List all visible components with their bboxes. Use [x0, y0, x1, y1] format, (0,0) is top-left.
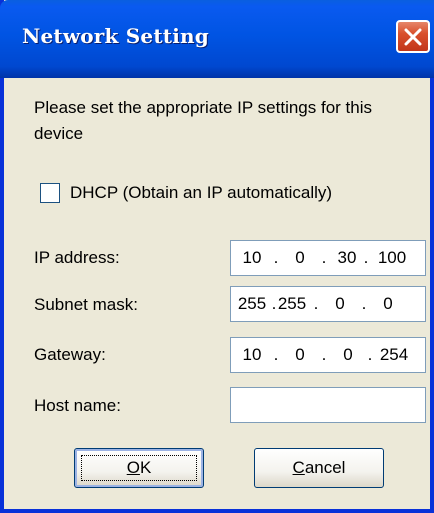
ip-dot: .: [367, 345, 373, 364]
close-icon: [404, 28, 422, 46]
subnet-mask-label: Subnet mask:: [34, 295, 138, 314]
instruction-text: Please set the appropriate IP settings f…: [34, 98, 372, 143]
ip-address-octet-3[interactable]: 30: [330, 248, 364, 268]
ok-button[interactable]: OK: [74, 448, 204, 488]
ip-address-octet-2[interactable]: 0: [283, 248, 317, 268]
gateway-field[interactable]: 10 . 0 . 0 . 254: [230, 337, 426, 373]
gateway-octet-2[interactable]: 0: [283, 345, 317, 365]
focus-rectangle: [81, 455, 197, 481]
ip-dot: .: [321, 345, 327, 364]
subnet-mask-octet-4[interactable]: 0: [371, 294, 405, 314]
close-button[interactable]: [396, 20, 430, 53]
subnet-mask-field[interactable]: 255 . 255 . 0 . 0: [230, 286, 426, 322]
ip-dot: .: [273, 345, 279, 364]
ip-dot: .: [361, 294, 367, 313]
ip-address-octet-1[interactable]: 10: [235, 248, 269, 268]
gateway-octet-1[interactable]: 10: [235, 345, 269, 365]
subnet-mask-octet-3[interactable]: 0: [323, 294, 357, 314]
cancel-label-rest: ancel: [304, 458, 346, 477]
dhcp-checkbox[interactable]: [40, 183, 60, 203]
cancel-button[interactable]: Cancel: [254, 448, 384, 488]
host-name-label: Host name:: [34, 396, 121, 415]
network-setting-dialog: Network Setting Please set the appropria…: [0, 0, 434, 513]
ip-dot: .: [363, 248, 369, 267]
ip-dot: .: [321, 248, 327, 267]
ip-dot: .: [313, 294, 319, 313]
ip-address-octet-4[interactable]: 100: [375, 248, 409, 268]
window-title: Network Setting: [22, 24, 209, 48]
subnet-mask-octet-1[interactable]: 255: [235, 294, 269, 314]
title-bar[interactable]: Network Setting: [0, 0, 434, 78]
gateway-label: Gateway:: [34, 345, 106, 364]
ip-address-field[interactable]: 10 . 0 . 30 . 100: [230, 240, 426, 276]
subnet-mask-octet-2[interactable]: 255: [275, 294, 309, 314]
gateway-octet-3[interactable]: 0: [331, 345, 365, 365]
cancel-mnemonic: C: [292, 458, 305, 477]
ip-address-label: IP address:: [34, 248, 120, 267]
gateway-octet-4[interactable]: 254: [377, 345, 411, 365]
host-name-input[interactable]: [230, 387, 426, 423]
dhcp-checkbox-label[interactable]: DHCP (Obtain an IP automatically): [70, 183, 332, 203]
ip-dot: .: [273, 248, 279, 267]
cancel-button-label: Cancel: [293, 458, 346, 478]
